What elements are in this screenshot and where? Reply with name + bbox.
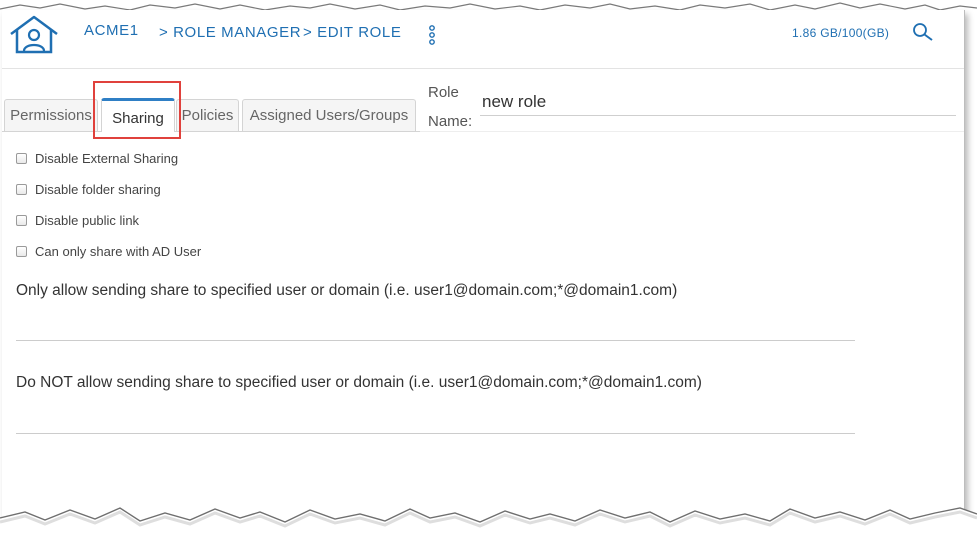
deny-share-input[interactable] (16, 405, 855, 434)
tab-permissions[interactable]: Permissions (4, 99, 98, 131)
search-icon[interactable] (912, 22, 934, 42)
deny-share-label: Do NOT allow sending share to specified … (16, 374, 702, 391)
option-label: Disable public link (35, 213, 140, 228)
content-divider (420, 131, 964, 132)
allow-share-label: Only allow sending share to specified us… (16, 282, 678, 299)
tab-assigned-users-groups[interactable]: Assigned Users/Groups (242, 99, 416, 131)
kebab-menu-icon[interactable] (427, 25, 437, 45)
sharing-tab-highlight (93, 81, 181, 139)
role-name-input[interactable] (480, 88, 956, 116)
breadcrumb-role-manager[interactable]: > ROLE MANAGER (159, 24, 301, 41)
checkbox[interactable] (16, 184, 27, 195)
allow-share-input[interactable] (16, 312, 855, 341)
option-label: Can only share with AD User (35, 244, 202, 259)
checkbox[interactable] (16, 153, 27, 164)
role-name-label: Role Name: (428, 78, 472, 136)
option-label: Disable External Sharing (35, 151, 179, 166)
tab-policies[interactable]: Policies (176, 99, 239, 131)
option-label: Disable folder sharing (35, 182, 161, 197)
storage-usage: 1.86 GB/100(GB) (792, 26, 890, 40)
checkbox[interactable] (16, 215, 27, 226)
breadcrumb-edit-role: > EDIT ROLE (303, 24, 402, 41)
role-name-label-line1: Role (428, 84, 459, 101)
header-divider (2, 68, 964, 69)
home-user-icon[interactable] (8, 14, 60, 54)
checkbox[interactable] (16, 246, 27, 257)
org-name[interactable]: ACME1 (84, 22, 139, 39)
